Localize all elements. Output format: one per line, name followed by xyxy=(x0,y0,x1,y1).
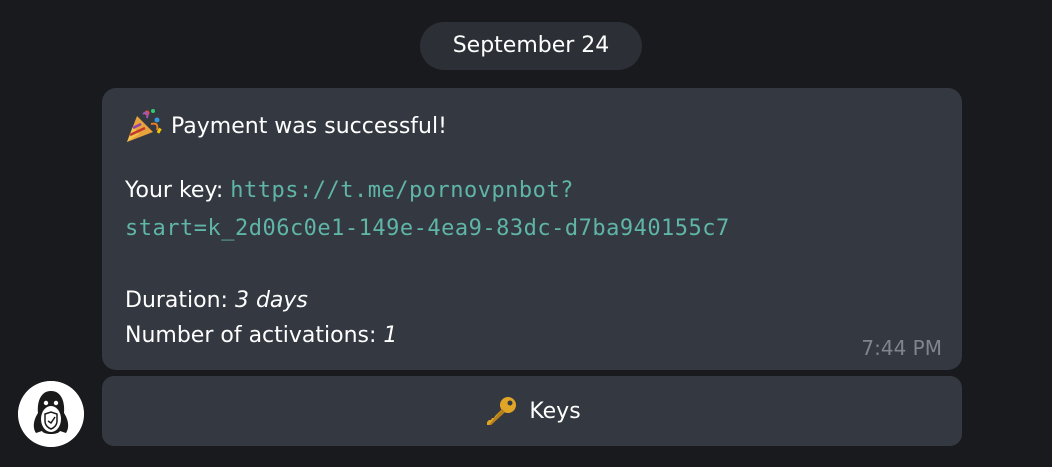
duration-row: Duration: 3 days xyxy=(125,288,308,313)
activations-value: 1 xyxy=(383,323,398,348)
key-row: Your key: https://t.me/pornovpnbot? xyxy=(125,178,574,203)
message-bubble: Payment was successful! Your key: https:… xyxy=(102,88,962,370)
message-timestamp: 7:44 PM xyxy=(861,336,942,360)
keys-button-label: Keys xyxy=(529,398,581,424)
party-popper-icon xyxy=(125,108,163,144)
activations-row: Number of activations: 1 xyxy=(125,323,397,348)
chat-view: September 24 Payment was successful! You… xyxy=(0,0,1052,467)
keys-button[interactable]: Keys xyxy=(102,376,962,446)
key-link-part-1[interactable]: https://t.me/pornovpnbot? xyxy=(230,178,574,203)
bot-avatar[interactable] xyxy=(18,381,84,447)
duration-value: 3 days xyxy=(234,288,308,313)
penguin-shield-icon xyxy=(18,381,84,447)
key-link-part-2[interactable]: start=k_2d06c0e1-149e-4ea9-83dc-d7ba9401… xyxy=(125,216,730,241)
date-separator: September 24 xyxy=(420,22,642,70)
activations-label: Number of activations: xyxy=(125,323,377,348)
key-row-continued: start=k_2d06c0e1-149e-4ea9-83dc-d7ba9401… xyxy=(125,216,730,241)
duration-label: Duration: xyxy=(125,288,228,313)
message-title-row: Payment was successful! xyxy=(125,108,447,144)
message-title: Payment was successful! xyxy=(171,113,447,139)
key-label: Your key: xyxy=(125,178,224,203)
key-icon xyxy=(483,395,519,427)
